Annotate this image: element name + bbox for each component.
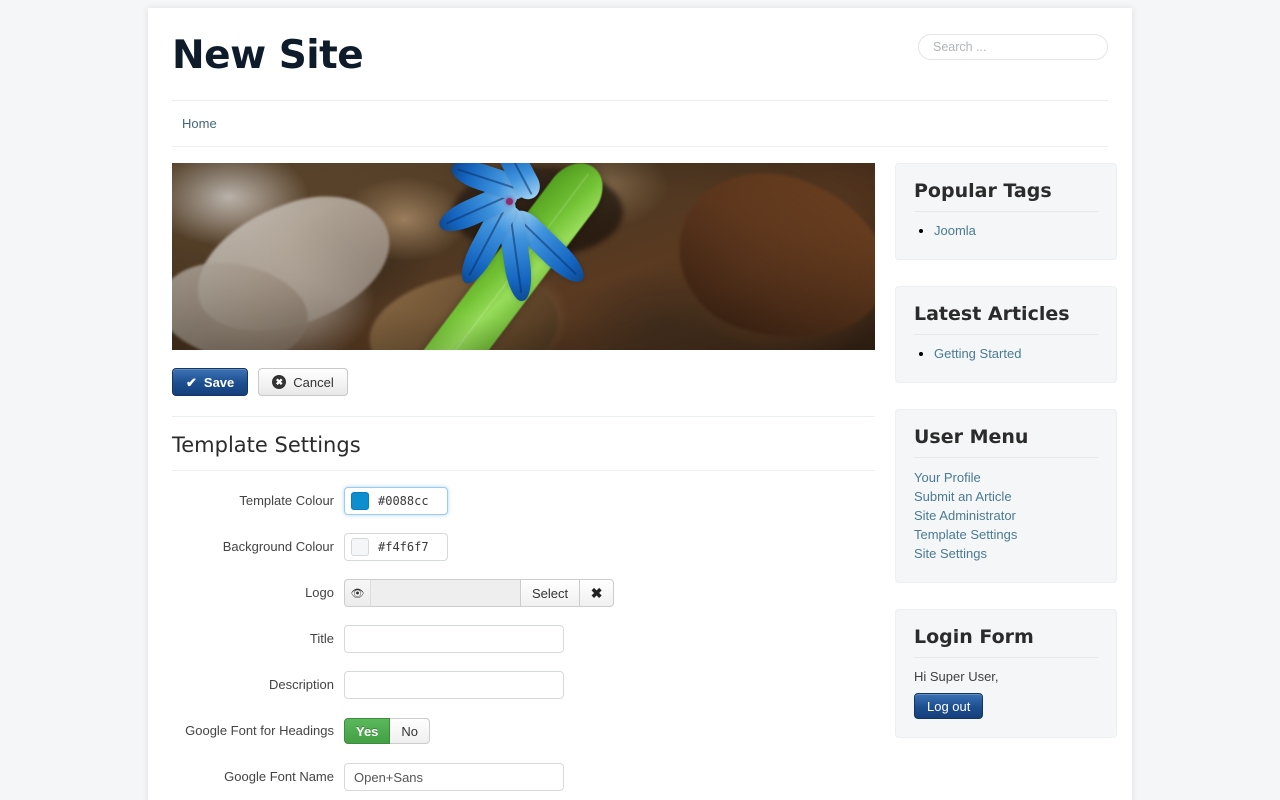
banner-image	[172, 163, 875, 350]
list-item: Site Settings	[914, 545, 1098, 563]
toggle-option-yes[interactable]: Yes	[344, 718, 391, 744]
module-popular-tags: Popular Tags Joomla	[895, 163, 1117, 260]
list-item: Getting Started	[934, 346, 1098, 361]
module-title: Popular Tags	[914, 180, 1098, 212]
form-row-title: Title	[172, 625, 875, 653]
template-settings-form: Template Colour #0088cc Background Colou…	[172, 471, 875, 800]
menu-item-site-settings[interactable]: Site Settings	[914, 545, 1098, 563]
main-column: ✔ Save ✖ Cancel Template Settings Templa…	[172, 163, 875, 800]
section-divider	[172, 416, 875, 417]
field-label: Google Font for Headings	[185, 723, 334, 738]
tag-list: Joomla	[914, 223, 1098, 238]
article-list: Getting Started	[914, 346, 1098, 361]
template-colour-input[interactable]: #0088cc	[344, 487, 448, 515]
logo-clear-button[interactable]: ✖	[580, 579, 615, 607]
field-label: Title	[309, 631, 334, 646]
logo-media-field: 👁 Select ✖	[344, 579, 615, 607]
logout-button-label: Log out	[927, 698, 971, 714]
module-title: User Menu	[914, 426, 1098, 458]
field-label: Template Colour	[239, 493, 334, 508]
google-font-name-input[interactable]	[344, 763, 564, 791]
login-greeting: Hi Super User,	[914, 669, 999, 684]
sidebar: Popular Tags Joomla Latest Articles Gett…	[895, 163, 1117, 800]
module-latest-articles: Latest Articles Getting Started	[895, 286, 1117, 383]
list-item: Template Settings	[914, 526, 1098, 544]
cancel-button-label: Cancel	[293, 374, 334, 390]
logout-button[interactable]: Log out	[914, 693, 984, 719]
section-title: Template Settings	[172, 433, 875, 471]
form-row-template-colour: Template Colour #0088cc	[172, 487, 875, 515]
list-item: Submit an Article	[914, 488, 1098, 506]
menu-item-your-profile[interactable]: Your Profile	[914, 469, 1098, 487]
module-user-menu: User Menu Your Profile Submit an Article…	[895, 409, 1117, 583]
form-row-google-font-name: Google Font Name	[172, 763, 875, 791]
article-link-getting-started[interactable]: Getting Started	[934, 346, 1021, 361]
toolbar: ✔ Save ✖ Cancel	[172, 350, 875, 396]
logo-path-input[interactable]	[370, 579, 520, 607]
form-row-description: Description	[172, 671, 875, 699]
colour-value: #f4f6f7	[378, 540, 429, 554]
menu-item-submit-an-article[interactable]: Submit an Article	[914, 488, 1098, 506]
form-row-background-colour: Background Colour #f4f6f7	[172, 533, 875, 561]
site-header: New Site	[172, 8, 1108, 101]
description-input[interactable]	[344, 671, 564, 699]
list-item: Site Administrator	[914, 507, 1098, 525]
colour-value: #0088cc	[378, 494, 429, 508]
user-menu-list: Your Profile Submit an Article Site Admi…	[914, 469, 1098, 563]
content-row: ✔ Save ✖ Cancel Template Settings Templa…	[172, 147, 1117, 800]
logo-select-button[interactable]: Select	[520, 579, 581, 607]
search-input[interactable]	[918, 34, 1108, 60]
close-icon: ✖	[590, 584, 603, 601]
tag-link-joomla[interactable]: Joomla	[934, 223, 976, 238]
list-item: Your Profile	[914, 469, 1098, 487]
logo-select-label: Select	[532, 585, 569, 601]
field-label: Google Font Name	[224, 769, 334, 784]
colour-swatch	[351, 492, 369, 510]
check-icon: ✔	[186, 374, 197, 390]
breadcrumb: Home	[172, 101, 1108, 147]
background-colour-input[interactable]: #f4f6f7	[344, 533, 448, 561]
breadcrumb-item-home[interactable]: Home	[182, 116, 217, 131]
module-title: Latest Articles	[914, 303, 1098, 335]
google-font-toggle: Yes No	[344, 718, 431, 744]
module-login-form: Login Form Hi Super User, Log out	[895, 609, 1117, 738]
menu-item-site-administrator[interactable]: Site Administrator	[914, 507, 1098, 525]
banner-vignette	[172, 163, 875, 350]
field-label: Logo	[305, 585, 334, 600]
toggle-option-no[interactable]: No	[390, 718, 431, 744]
close-circle-icon: ✖	[272, 375, 287, 389]
form-row-google-font-headings: Google Font for Headings Yes No	[172, 717, 875, 745]
eye-icon[interactable]: 👁	[344, 579, 370, 607]
site-container: New Site Home	[148, 8, 1132, 800]
cancel-button[interactable]: ✖ Cancel	[258, 368, 348, 396]
list-item: Joomla	[934, 223, 1098, 238]
title-input[interactable]	[344, 625, 564, 653]
menu-item-template-settings[interactable]: Template Settings	[914, 526, 1098, 544]
page-background: New Site Home	[0, 0, 1280, 800]
field-label: Background Colour	[222, 539, 334, 554]
save-button[interactable]: ✔ Save	[172, 368, 249, 396]
save-button-label: Save	[203, 374, 235, 390]
search-module	[918, 34, 1108, 60]
module-title: Login Form	[914, 626, 1098, 658]
form-row-logo: Logo 👁 Select ✖	[172, 579, 875, 607]
colour-swatch	[351, 538, 369, 556]
field-label: Description	[268, 677, 334, 692]
